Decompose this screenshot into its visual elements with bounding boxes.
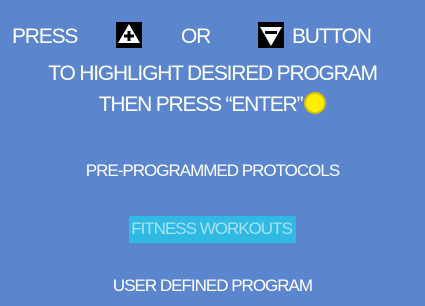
menu-item-label: PRE-PROGRAMMED PROTOCOLS (85, 161, 340, 180)
instruction-line-3: THEN PRESS “ENTER” (0, 92, 425, 117)
or-text: OR (181, 25, 211, 48)
enter-circle-icon (304, 92, 327, 115)
enter-instruction-text: THEN PRESS “ENTER” (98, 93, 304, 117)
press-text: PRESS (12, 25, 78, 48)
menu-item-label: USER DEFINED PROGRAM (112, 276, 313, 295)
instruction-line-2: TO HIGHLIGHT DESIRED PROGRAM (48, 62, 378, 85)
button-text: BUTTON (292, 25, 372, 48)
instruction-line-1: PRESS OR BUTTON (0, 22, 425, 52)
up-plus-icon (116, 22, 142, 48)
menu-item-fitness-workouts[interactable]: FITNESS WORKOUTS (0, 216, 425, 243)
menu-item-pre-programmed-protocols[interactable]: PRE-PROGRAMMED PROTOCOLS (0, 161, 425, 181)
down-minus-icon (258, 22, 284, 48)
menu-item-label-selected: FITNESS WORKOUTS (129, 216, 296, 243)
menu-item-user-defined-program[interactable]: USER DEFINED PROGRAM (0, 276, 425, 296)
